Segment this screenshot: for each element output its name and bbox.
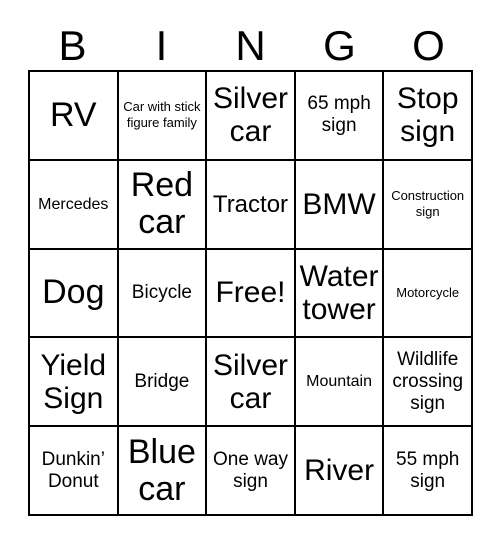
bingo-cell-r2c1[interactable]: Mercedes <box>30 160 119 250</box>
bingo-cell-r4c5[interactable]: Wildlife crossing sign <box>384 338 473 428</box>
bingo-cell-r5c4[interactable]: River <box>295 427 385 516</box>
bingo-header: B I N G O <box>28 22 473 68</box>
bingo-cell-label: Construction sign <box>391 188 465 220</box>
bingo-cell-label: Mercedes <box>38 195 109 213</box>
header-letter-g: G <box>323 22 356 69</box>
bingo-cell-r2c3[interactable]: Tractor <box>207 160 296 250</box>
bingo-cell-r3c2[interactable]: Bicycle <box>118 249 208 339</box>
bingo-cell-label: Silver car <box>212 82 288 149</box>
bingo-cell-r4c1[interactable]: Yield Sign <box>30 338 119 428</box>
bingo-cell-label: Mountain <box>306 373 372 391</box>
bingo-cell-r4c3[interactable]: Silver car <box>207 338 296 428</box>
bingo-cell-label: Free! <box>215 276 286 310</box>
bingo-cell-label: Yield Sign <box>40 348 107 415</box>
bingo-cell-label: RV <box>49 95 97 134</box>
bingo-cell-label: Blue car <box>127 432 196 508</box>
bingo-cell-label: 55 mph sign <box>396 448 460 492</box>
bingo-cell-label: Car with stick figure family <box>123 99 201 131</box>
bingo-cell-r3c4[interactable]: Water tower <box>295 249 385 339</box>
bingo-cell-label: Dog <box>42 273 105 312</box>
bingo-cell-r2c2[interactable]: Red car <box>118 160 208 250</box>
bingo-cell-free-space[interactable]: Free! <box>207 249 296 339</box>
bingo-cell-r5c5[interactable]: 55 mph sign <box>384 427 473 516</box>
bingo-cell-label: Red car <box>130 166 194 242</box>
bingo-cell-label: BMW <box>302 187 376 221</box>
bingo-cell-label: Wildlife crossing sign <box>392 348 464 414</box>
bingo-cell-label: Silver car <box>212 348 288 415</box>
bingo-cell-label: 65 mph sign <box>307 93 371 137</box>
bingo-cell-label: One way sign <box>213 448 288 492</box>
bingo-cell-r1c4[interactable]: 65 mph sign <box>295 72 385 161</box>
bingo-cell-label: Stop sign <box>396 82 459 149</box>
header-letter-b: B <box>58 22 87 69</box>
bingo-cell-r3c1[interactable]: Dog <box>30 249 119 339</box>
bingo-cell-label: Motorcycle <box>396 284 460 300</box>
bingo-cell-r1c1[interactable]: RV <box>30 72 119 161</box>
header-letter-n: N <box>235 22 266 69</box>
bingo-cell-r3c5[interactable]: Motorcycle <box>384 249 473 339</box>
header-letter-i: I <box>155 22 168 69</box>
bingo-cell-label: River <box>304 454 375 488</box>
bingo-cell-r5c3[interactable]: One way sign <box>207 427 296 516</box>
bingo-cell-label: Bicycle <box>131 281 192 303</box>
bingo-card: B I N G O RV Car with stick figure famil… <box>0 0 500 544</box>
bingo-grid: RV Car with stick figure family Silver c… <box>28 70 473 516</box>
bingo-cell-label: Tractor <box>212 190 289 218</box>
bingo-cell-label: Dunkin’ Donut <box>41 448 105 492</box>
bingo-cell-r5c2[interactable]: Blue car <box>118 427 208 516</box>
bingo-cell-r1c5[interactable]: Stop sign <box>384 72 473 161</box>
bingo-cell-r2c4[interactable]: BMW <box>295 160 385 250</box>
bingo-cell-r4c2[interactable]: Bridge <box>118 338 208 428</box>
bingo-cell-r1c3[interactable]: Silver car <box>207 72 296 161</box>
header-letter-o: O <box>412 22 445 69</box>
bingo-cell-r1c2[interactable]: Car with stick figure family <box>118 72 208 161</box>
bingo-cell-r5c1[interactable]: Dunkin’ Donut <box>30 427 119 516</box>
bingo-cell-label: Water tower <box>299 259 379 326</box>
bingo-cell-r4c4[interactable]: Mountain <box>295 338 385 428</box>
bingo-cell-r2c5[interactable]: Construction sign <box>384 160 473 250</box>
bingo-cell-label: Bridge <box>134 370 190 392</box>
